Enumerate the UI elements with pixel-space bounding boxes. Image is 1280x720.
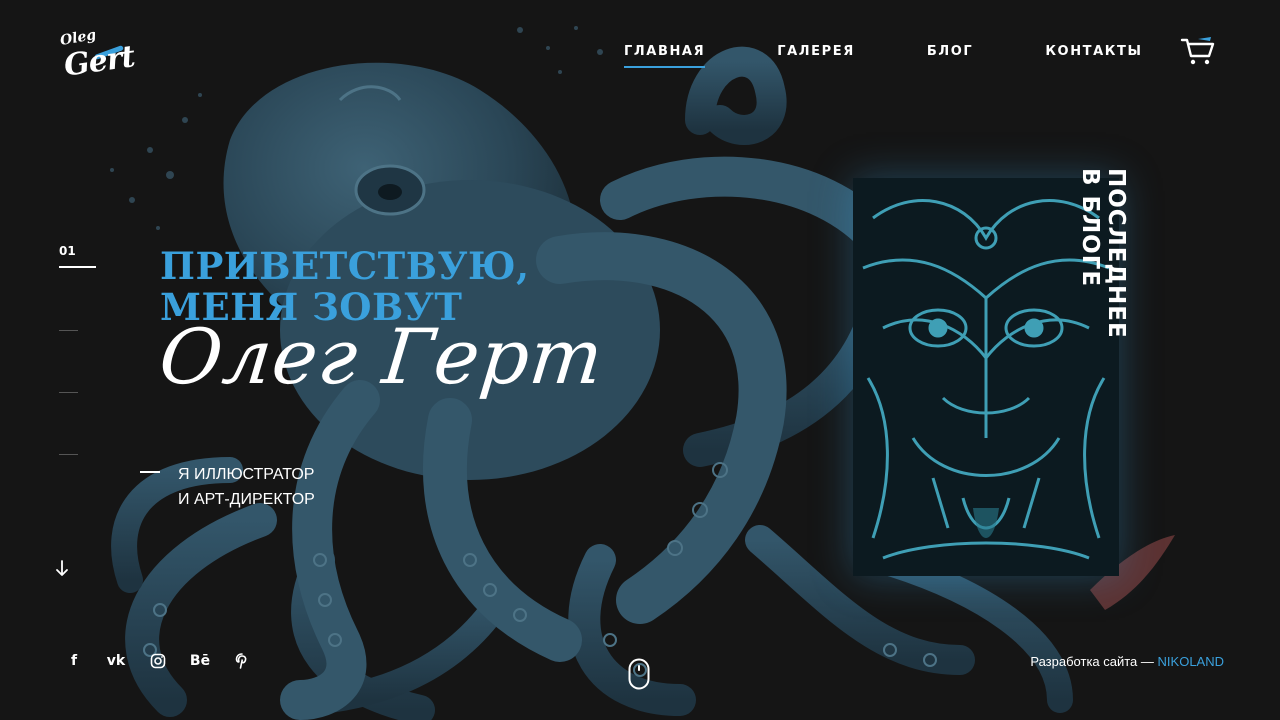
nav-item-contacts[interactable]: КОНТАКТЫ (1045, 44, 1142, 59)
slide-dash-4[interactable] (59, 454, 78, 455)
site-logo[interactable]: Oleg Gert (58, 27, 148, 88)
nav-item-blog[interactable]: БЛОГ (927, 44, 973, 59)
nav-item-gallery[interactable]: ГАЛЕРЕЯ (777, 44, 855, 59)
nav-item-home[interactable]: ГЛАВНАЯ (624, 44, 706, 68)
credit-link[interactable]: NIKOLAND (1158, 654, 1224, 669)
slide-dash-3[interactable] (59, 392, 78, 393)
hero-subtitle: Я ИЛЛЮСТРАТОР И АРТ-ДИРЕКТОР (140, 462, 315, 512)
vk-icon[interactable]: vk (106, 651, 126, 671)
main-nav: ГЛАВНАЯ ГАЛЕРЕЯ БЛОГ КОНТАКТЫ (624, 44, 1143, 68)
blog-label[interactable]: ПОСЛЕДНЕЕ В БЛОГЕ (1073, 168, 1129, 358)
credit-text: Разработка сайта — (1030, 654, 1154, 669)
pinterest-icon[interactable] (232, 651, 252, 671)
cart-icon[interactable] (1180, 36, 1216, 66)
subtitle-line-2: И АРТ-ДИРЕКТОР (178, 491, 315, 508)
instagram-glyph (150, 653, 166, 669)
slide-active-bar[interactable] (59, 266, 96, 268)
slide-dash-2[interactable] (59, 330, 78, 331)
subtitle-dash (140, 471, 160, 473)
mouse-scroll-icon[interactable] (628, 658, 650, 690)
behance-icon[interactable]: Bē (190, 651, 210, 671)
blog-label-line-1: ПОСЛЕДНЕЕ (1103, 168, 1129, 339)
social-links: f vk Bē (64, 651, 274, 671)
greeting-line-1: ПРИВЕТСТВУЮ, (160, 244, 530, 288)
slide-number: 01 (59, 244, 76, 258)
subtitle-line-1: Я ИЛЛЮСТРАТОР (178, 466, 315, 483)
arrow-down-icon[interactable] (54, 558, 70, 578)
footer-credit: Разработка сайта — NIKOLAND (1030, 654, 1224, 669)
facebook-icon[interactable]: f (64, 651, 84, 671)
blog-label-line-2: В БЛОГЕ (1077, 168, 1103, 288)
subtitle-text: Я ИЛЛЮСТРАТОР И АРТ-ДИРЕКТОР (178, 462, 315, 512)
instagram-icon[interactable] (148, 651, 168, 671)
pinterest-glyph (235, 653, 247, 669)
hero-name: Олег Герт (155, 312, 608, 401)
slide-indicator: 01 (59, 244, 96, 455)
